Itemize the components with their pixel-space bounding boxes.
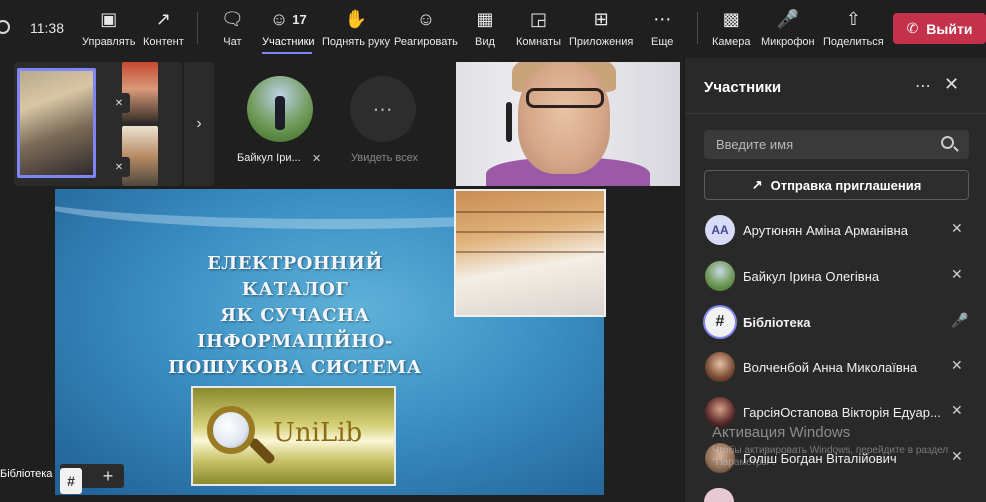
people-icon: ☺ 17 <box>269 8 307 29</box>
participant-row[interactable]: Волченбой Анна Миколаївна ✕ <box>685 346 986 390</box>
participant-name: Волченбой Анна Миколаївна <box>743 360 918 375</box>
participants-button[interactable]: ☺ 17 Участники <box>262 6 315 54</box>
camera-icon: ▩ <box>722 8 740 29</box>
apps-button[interactable]: ⊞ Приложения <box>569 6 633 54</box>
more-button[interactable]: ⋯ Еще <box>651 6 673 54</box>
participant-row[interactable]: АА Арутюнян Аміна Арманівна ✕ <box>685 209 986 253</box>
participants-count: 17 <box>292 11 307 27</box>
apps-plus-icon: ⊞ <box>593 8 609 29</box>
content-button[interactable]: ↗ Контент <box>143 6 184 54</box>
unilib-logo: UniLib <box>191 386 396 486</box>
presenter-camera-video[interactable] <box>456 62 680 186</box>
active-speaker-thumbnail[interactable] <box>17 68 96 178</box>
library-logo-icon: # <box>60 468 82 494</box>
share-icon: ↗ <box>751 177 763 192</box>
mic-off-icon: ✕ <box>312 153 322 165</box>
breakout-rooms-icon: ◲ <box>529 8 547 29</box>
participant-name: ГарсіяОстапова Вікторія Едуар... <box>743 405 941 420</box>
windows-activation-subtitle: Чтобы активировать Windows, перейдите в … <box>712 445 949 468</box>
control-button[interactable]: ▣ Управлять <box>82 6 135 54</box>
meeting-toolbar: 11:38 ▣ Управлять ↗ Контент 🗨 Чат ☺ 17 Уч… <box>0 0 986 58</box>
active-tab-indicator <box>262 52 312 54</box>
video-person-face <box>518 62 610 174</box>
participant-thumbnail[interactable] <box>122 62 158 122</box>
microphone-icon: 🎤 <box>776 8 800 29</box>
participant-name: Байкул Ірина Олегівна <box>743 269 880 284</box>
view-button[interactable]: ▦ Вид <box>475 6 495 54</box>
chat-icon: 🗨 <box>221 8 244 29</box>
toolbar-divider <box>197 12 198 44</box>
rooms-button[interactable]: ◲ Комнаты <box>516 6 561 54</box>
avatar <box>705 261 735 291</box>
close-icon[interactable]: ✕ <box>944 74 959 95</box>
more-icon: ⋯ <box>653 8 672 29</box>
see-all-label: Увидеть всех <box>351 152 418 164</box>
chat-button[interactable]: 🗨 Чат <box>221 6 244 54</box>
mic-off-icon: ✕ <box>951 266 963 282</box>
participant-thumbnail[interactable] <box>122 126 158 186</box>
card-catalog-photo <box>454 189 606 317</box>
presenter-label: Бібліотека <box>0 468 53 480</box>
participant-name: Бібліотека <box>743 315 811 330</box>
more-options-icon[interactable]: ⋯ <box>915 76 932 96</box>
view-grid-icon: ▦ <box>476 8 494 29</box>
add-icon[interactable]: + <box>98 464 118 488</box>
hang-up-icon: ✆ <box>906 20 919 36</box>
share-content-icon: ↗ <box>155 8 171 29</box>
logo-text: UniLib <box>273 418 363 448</box>
react-button[interactable]: ☺ Реагировать <box>394 6 458 54</box>
mic-off-icon: ✕ <box>951 220 963 236</box>
participant-avatar[interactable] <box>247 76 313 142</box>
participant-name: Байкул Іри... <box>237 152 301 164</box>
avatar: # <box>705 307 735 337</box>
participant-name: Арутюнян Аміна Арманівна <box>743 223 908 238</box>
shield-icon <box>0 20 10 34</box>
avatar: АА <box>705 215 735 245</box>
panel-title: Участники <box>704 79 782 96</box>
mic-off-icon: ✕ <box>951 402 963 418</box>
next-page-button[interactable]: › <box>184 62 214 186</box>
send-invite-button[interactable]: ↗ Отправка приглашения <box>704 170 969 200</box>
share-upload-icon: ⇧ <box>845 8 861 29</box>
panel-divider <box>685 113 986 114</box>
chevron-right-icon: › <box>196 115 202 132</box>
headset-icon <box>506 102 512 142</box>
avatar <box>705 352 735 382</box>
screen-share-control-icon: ▣ <box>100 8 118 29</box>
toolbar-divider <box>697 12 698 44</box>
meeting-timer: 11:38 <box>30 20 64 36</box>
avatar <box>705 397 735 427</box>
raise-hand-button[interactable]: ✋ Поднять руку <box>322 6 390 54</box>
participant-search-input[interactable] <box>704 130 969 159</box>
windows-activation-watermark: Активация Windows <box>712 424 851 441</box>
mic-off-icon: ✕ <box>951 357 963 373</box>
raise-hand-icon: ✋ <box>344 8 368 29</box>
participant-row[interactable]: Байкул Ірина Олегівна ✕ <box>685 255 986 299</box>
slide-title: ЕЛЕКТРОННИЙ КАТАЛОГ ЯК СУЧАСНА ІНФОРМАЦІ… <box>168 253 422 404</box>
mic-off-icon: ✕ <box>108 93 130 113</box>
microphone-icon: 🎤 <box>951 312 969 328</box>
leave-button[interactable]: ✆ Выйти <box>893 13 986 44</box>
more-icon: ⋯ <box>372 98 394 121</box>
share-button[interactable]: ⇧ Поделиться <box>823 6 884 54</box>
camera-button[interactable]: ▩ Камера <box>712 6 750 54</box>
see-all-button[interactable]: ⋯ <box>350 76 416 142</box>
mic-off-icon: ✕ <box>108 157 130 177</box>
search-icon[interactable] <box>941 136 954 149</box>
magnifier-icon <box>207 406 255 454</box>
microphone-button[interactable]: 🎤 Микрофон <box>761 6 815 54</box>
participant-row[interactable]: # Бібліотека 🎤 <box>685 301 986 345</box>
react-smile-icon: ☺ <box>416 8 436 29</box>
video-person-glasses <box>526 88 604 108</box>
